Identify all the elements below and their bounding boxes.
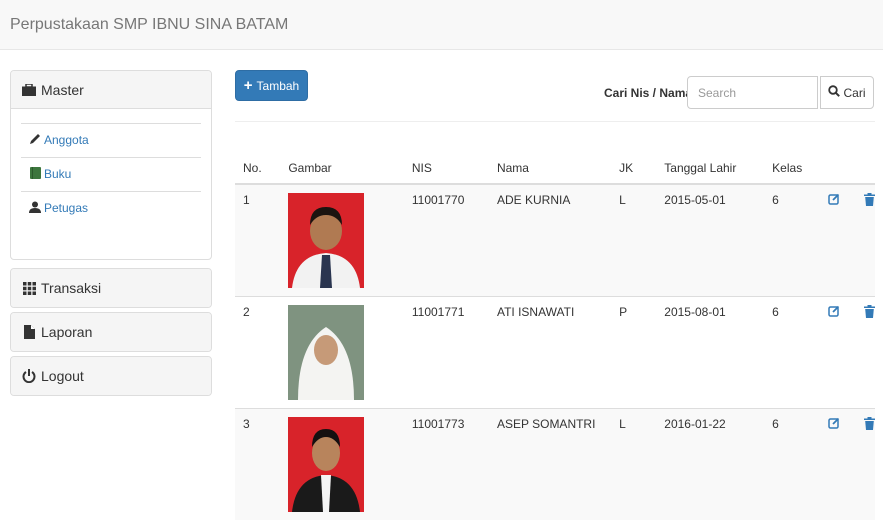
- cell-nama: ASEP SOMANTRI: [489, 409, 611, 520]
- col-kelas: Kelas: [764, 145, 819, 184]
- sidebar-logout[interactable]: Logout: [10, 356, 212, 396]
- search-icon: [828, 85, 840, 100]
- file-icon: [21, 325, 37, 339]
- briefcase-icon: [21, 83, 37, 97]
- cell-jk: L: [611, 184, 656, 297]
- edit-icon[interactable]: [828, 306, 840, 320]
- cell-edit: [820, 297, 856, 409]
- edit-icon[interactable]: [828, 194, 840, 208]
- col-delete: [856, 145, 875, 184]
- pencil-icon: [29, 133, 41, 145]
- cell-nis: 11001773: [404, 409, 489, 520]
- cell-gambar: [280, 409, 404, 520]
- col-nama: Nama: [489, 145, 611, 184]
- sidebar-laporan[interactable]: Laporan: [10, 312, 212, 352]
- sidebar-logout-header: Logout: [11, 357, 211, 395]
- divider: [235, 121, 875, 122]
- edit-icon[interactable]: [828, 418, 840, 432]
- cell-gambar: [280, 297, 404, 409]
- cell-delete: [856, 409, 875, 520]
- trash-icon[interactable]: [864, 307, 875, 321]
- col-gambar: Gambar: [280, 145, 404, 184]
- cell-edit: [820, 184, 856, 297]
- student-photo: [288, 305, 364, 400]
- trash-icon[interactable]: [864, 195, 875, 209]
- sidebar-item-buku[interactable]: Buku: [21, 157, 201, 191]
- cell-jk: L: [611, 409, 656, 520]
- members-table: No. Gambar NIS Nama JK Tanggal Lahir Kel…: [235, 145, 875, 520]
- cell-nis: 11001771: [404, 297, 489, 409]
- navbar: Perpustakaan SMP IBNU SINA BATAM: [0, 0, 883, 50]
- cell-no: 1: [235, 184, 280, 297]
- col-tanggal-lahir: Tanggal Lahir: [656, 145, 764, 184]
- sidebar-item-label: Petugas: [44, 201, 88, 215]
- table-row: 1 11001770 ADE KURNIA L 2015-05-01 6: [235, 184, 875, 297]
- add-button[interactable]: + Tambah: [235, 70, 308, 101]
- book-icon: [29, 167, 41, 179]
- cell-delete: [856, 184, 875, 297]
- sidebar-transaksi[interactable]: Transaksi: [10, 268, 212, 308]
- sidebar-laporan-header: Laporan: [11, 313, 211, 351]
- search-input[interactable]: [687, 76, 818, 109]
- col-no: No.: [235, 145, 280, 184]
- sidebar-master-panel: Master Anggota Buku Petugas: [10, 70, 212, 260]
- cell-nama: ATI ISNAWATI: [489, 297, 611, 409]
- cell-gambar: [280, 184, 404, 297]
- search-label: Cari Nis / Nama: [604, 86, 692, 100]
- cell-kelas: 6: [764, 297, 819, 409]
- sidebar-transaksi-label: Transaksi: [41, 280, 101, 296]
- cell-delete: [856, 297, 875, 409]
- sidebar-laporan-label: Laporan: [41, 324, 92, 340]
- student-photo: [288, 193, 364, 288]
- table-header-row: No. Gambar NIS Nama JK Tanggal Lahir Kel…: [235, 145, 875, 184]
- cell-kelas: 6: [764, 184, 819, 297]
- sidebar-item-label: Buku: [44, 167, 71, 181]
- cell-kelas: 6: [764, 409, 819, 520]
- sidebar-item-label: Anggota: [44, 133, 89, 147]
- app-title[interactable]: Perpustakaan SMP IBNU SINA BATAM: [10, 16, 288, 34]
- cell-tanggal-lahir: 2015-08-01: [656, 297, 764, 409]
- cell-jk: P: [611, 297, 656, 409]
- student-photo: [288, 417, 364, 512]
- power-icon: [21, 369, 37, 383]
- cell-tanggal-lahir: 2015-05-01: [656, 184, 764, 297]
- cell-no: 3: [235, 409, 280, 520]
- search-button-label: Cari: [843, 86, 865, 100]
- sidebar-master-label: Master: [41, 82, 84, 98]
- cell-nis: 11001770: [404, 184, 489, 297]
- table-row: 3 11001773 ASEP SOMANTRI L 2016-01-22 6: [235, 409, 875, 520]
- cell-tanggal-lahir: 2016-01-22: [656, 409, 764, 520]
- sidebar-transaksi-header: Transaksi: [11, 269, 211, 307]
- add-button-label: Tambah: [257, 79, 300, 93]
- sidebar-logout-label: Logout: [41, 368, 84, 384]
- cell-no: 2: [235, 297, 280, 409]
- table-row: 2 11001771 ATI ISNAWATI P 2015-08-01 6: [235, 297, 875, 409]
- col-nis: NIS: [404, 145, 489, 184]
- search-button[interactable]: Cari: [820, 76, 874, 109]
- trash-icon[interactable]: [864, 419, 875, 433]
- user-icon: [29, 201, 41, 213]
- sidebar-master-header[interactable]: Master: [11, 71, 211, 109]
- plus-icon: +: [244, 78, 253, 93]
- col-jk: JK: [611, 145, 656, 184]
- master-submenu: Anggota Buku Petugas: [11, 109, 211, 225]
- cell-edit: [820, 409, 856, 520]
- cell-nama: ADE KURNIA: [489, 184, 611, 297]
- sidebar-item-anggota[interactable]: Anggota: [21, 123, 201, 157]
- grid-icon: [21, 281, 37, 295]
- col-edit: [820, 145, 856, 184]
- sidebar-item-petugas[interactable]: Petugas: [21, 191, 201, 225]
